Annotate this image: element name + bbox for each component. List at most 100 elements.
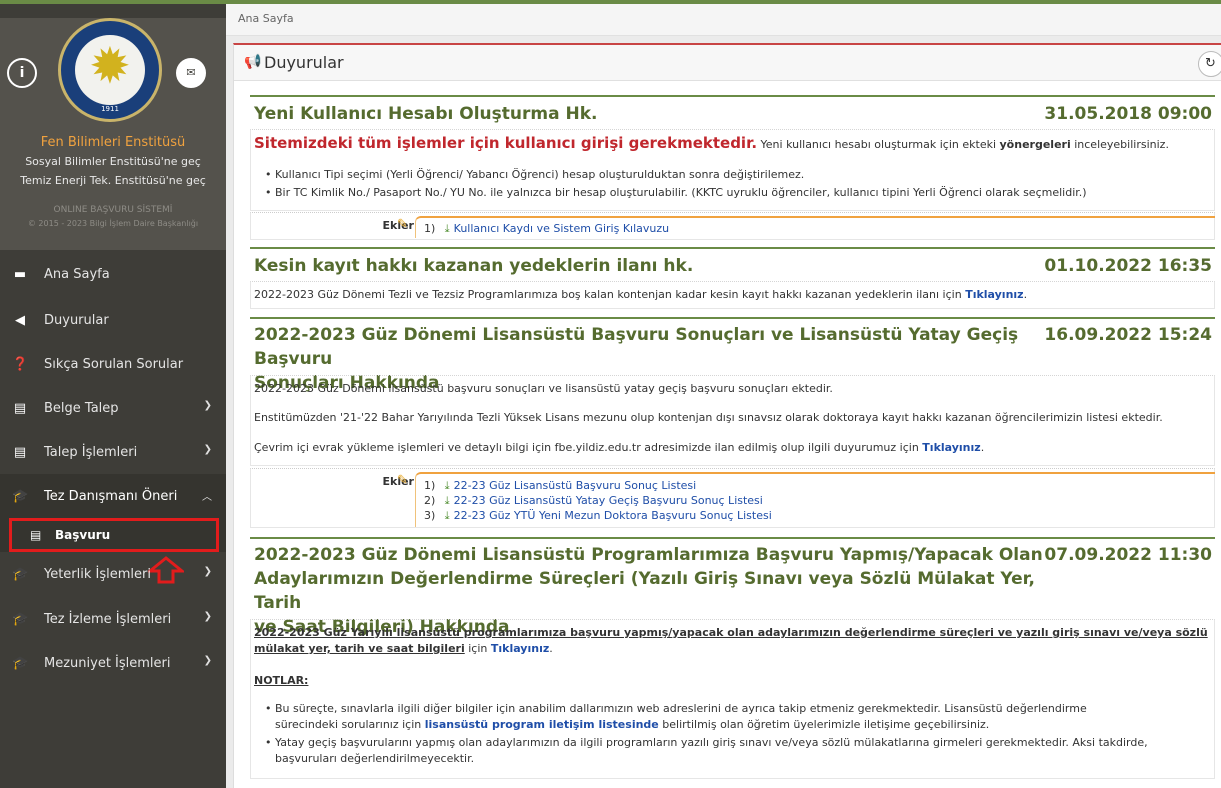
announcement-text: 2022-2023 Güz Dönemi lisansüstü başvuru …	[254, 382, 833, 395]
announcement-body: 2022-2023 Güz Yarıyılı lisansüstü progra…	[250, 619, 1215, 779]
profile-panel: ✹ 1911 i ✉ Fen Bilimleri Enstitüsü Sosya…	[0, 18, 226, 250]
question-icon: ❓	[12, 356, 29, 372]
attachments-list: 1) ⤓ Kullanıcı Kaydı ve Sistem Giriş Kıla…	[415, 216, 1215, 238]
attachment-link[interactable]: 1) ⤓ 22-23 Güz Lisansüstü Başvuru Sonuç L…	[424, 479, 696, 493]
attachment-link[interactable]: 1) ⤓ Kullanıcı Kaydı ve Sistem Giriş Kıla…	[424, 222, 669, 236]
sidebar-item-talep-islemleri[interactable]: ▤ Talep İşlemleri ❯	[0, 430, 226, 474]
notes-heading: NOTLAR:	[254, 674, 309, 687]
refresh-icon[interactable]: ↻	[1198, 51, 1221, 77]
text-tail: .	[549, 642, 553, 655]
announcement-header: 2022-2023 Güz Dönemi Lisansüstü Programl…	[250, 537, 1215, 637]
announcement-date: 16.09.2022 15:24	[1044, 325, 1212, 345]
list-item: Bir TC Kimlik No./ Pasaport No./ YU No. …	[265, 186, 1087, 199]
logo-year: 1911	[101, 105, 119, 113]
list-item-text: belirtilmiş olan öğretim üyelerimizle il…	[658, 718, 990, 731]
sidebar-item-mezuniyet[interactable]: 🎓 Mezuniyet İşlemleri ❯	[0, 641, 226, 685]
contact-list-link[interactable]: lisansüstü program iletişim listesinde	[425, 718, 659, 731]
sidebar-item-label: Yeterlik İşlemleri	[44, 566, 151, 582]
text-tail: .	[980, 441, 985, 454]
attachments-list: 1) ⤓ 22-23 Güz Lisansüstü Başvuru Sonuç L…	[415, 472, 1215, 527]
bullhorn-icon: ◀	[15, 312, 25, 328]
list-item: Kullanıcı Tipi seçimi (Yerli Öğrenci/ Ya…	[265, 168, 804, 181]
monitor-icon: ▬	[13, 266, 27, 282]
attachment-link[interactable]: 2) ⤓ 22-23 Güz Lisansüstü Yatay Geçiş Baş…	[424, 494, 763, 508]
sidebar-item-label: Mezuniyet İşlemleri	[44, 655, 171, 671]
attachments-row: Ekler ✎ 1) ⤓ Kullanıcı Kaydı ve Sistem Gi…	[250, 212, 1215, 240]
sidebar-item-tez-izleme[interactable]: 🎓 Tez İzleme İşlemleri ❯	[0, 597, 226, 641]
chevron-up-icon: ︿	[202, 492, 212, 503]
university-logo: ✹ 1911	[58, 18, 162, 122]
sidebar-item-tez-danismani[interactable]: 🎓 Tez Danışmanı Öneri ︿	[0, 474, 226, 518]
text-mid: için	[464, 642, 491, 655]
paperclip-icon: ✎	[397, 473, 408, 488]
sidebar-item-belge-talep[interactable]: ▤ Belge Talep ❯	[0, 386, 226, 430]
announcement-body: Sitemizdeki tüm işlemler için kullanıcı …	[250, 129, 1215, 211]
graduation-cap-icon: 🎓	[12, 488, 29, 504]
breadcrumb: Ana Sayfa	[226, 0, 1221, 36]
announcement-body: 2022-2023 Güz Dönemi Tezli ve Tezsiz Pro…	[250, 281, 1215, 309]
guidelines-text: yönergeleri	[999, 138, 1071, 151]
sidebar-item-sss[interactable]: ❓ Sıkça Sorulan Sorular	[0, 342, 226, 386]
sidebar-item-label: Talep İşlemleri	[44, 444, 138, 460]
sidebar-item-label: Duyurular	[44, 312, 109, 328]
lead-text: Yeni kullanıcı hesabı oluşturmak için ek…	[757, 138, 1000, 151]
sidebar: ✹ 1911 i ✉ Fen Bilimleri Enstitüsü Sosya…	[0, 0, 226, 788]
breadcrumb-item[interactable]: Ana Sayfa	[238, 12, 294, 25]
announcement-text: Enstitümüzden '21-'22 Bahar Yarıyılında …	[254, 411, 1163, 424]
list-item: Yatay geçiş başvurularını yapmış olan ad…	[265, 736, 1148, 749]
announcement-text: Çevrim içi evrak yükleme işlemleri ve de…	[254, 441, 923, 454]
panel-header: 📢 Duyurular ↻	[234, 45, 1221, 81]
sidebar-item-label: Sıkça Sorulan Sorular	[44, 356, 184, 372]
energy-institute-link[interactable]: Temiz Enerji Tek. Enstitüsü'ne geç	[0, 174, 226, 187]
highlight-box	[9, 518, 219, 552]
chevron-down-icon: ❯	[203, 566, 212, 577]
chevron-down-icon: ❯	[203, 400, 212, 411]
download-icon: ⤓	[444, 479, 450, 492]
mail-icon[interactable]: ✉	[176, 58, 206, 88]
sidebar-item-label: Tez İzleme İşlemleri	[44, 611, 172, 627]
announcement-header: Kesin kayıt hakkı kazanan yedeklerin ila…	[250, 247, 1215, 281]
underlined-text: 2022-2023 Güz Yarıyılı lisansüstü progra…	[254, 626, 1208, 639]
sidebar-item-ana-sayfa[interactable]: ▬ Ana Sayfa	[0, 252, 226, 296]
list-item-text: başvuruları değerlendirilmeyecektir.	[275, 752, 475, 765]
star-icon: ✹	[89, 37, 131, 95]
sidebar-item-label: Tez Danışmanı Öneri	[44, 488, 178, 504]
announcement-header: 2022-2023 Güz Dönemi Lisansüstü Başvuru …	[250, 317, 1215, 393]
underlined-text: mülakat yer, tarih ve saat bilgileri	[254, 642, 465, 655]
announcement-item: Kesin kayıt hakkı kazanan yedeklerin ila…	[250, 247, 1215, 311]
institute-name: Fen Bilimleri Enstitüsü	[40, 135, 186, 150]
click-here-link[interactable]: Tıklayınız	[965, 288, 1023, 301]
announcement-item: Yeni Kullanıcı Hesabı Oluşturma Hk. 31.0…	[250, 95, 1215, 241]
graduation-cap-icon: 🎓	[12, 611, 29, 627]
announcement-header: Yeni Kullanıcı Hesabı Oluşturma Hk. 31.0…	[250, 95, 1215, 129]
info-icon[interactable]: i	[7, 58, 37, 88]
paperclip-icon: ✎	[397, 217, 408, 232]
graduation-cap-icon: 🎓	[12, 655, 29, 671]
login-required-text: Sitemizdeki tüm işlemler için kullanıcı …	[254, 134, 758, 152]
social-institute-link[interactable]: Sosyal Bilimler Enstitüsü'ne geç	[0, 155, 226, 168]
sidebar-item-duyurular[interactable]: ◀ Duyurular	[0, 298, 226, 342]
sidebar-item-yeterlik[interactable]: 🎓 Yeterlik İşlemleri ❯	[0, 552, 226, 596]
announcement-body: 2022-2023 Güz Dönemi lisansüstü başvuru …	[250, 375, 1215, 466]
sidebar-item-label: Ana Sayfa	[44, 266, 110, 282]
download-icon: ⤓	[444, 494, 450, 507]
lead-tail: inceleyebilirsiniz.	[1070, 138, 1169, 151]
chevron-down-icon: ❯	[203, 611, 212, 622]
announcement-item: 2022-2023 Güz Dönemi Lisansüstü Başvuru …	[250, 317, 1215, 530]
click-here-link[interactable]: Tıklayınız	[922, 441, 980, 454]
announcement-date: 31.05.2018 09:00	[1044, 104, 1212, 124]
download-icon: ⤓	[444, 222, 450, 235]
copyright: © 2015 - 2023 Bilgi İşlem Daire Başkanlı…	[27, 219, 199, 228]
click-here-link[interactable]: Tıklayınız	[491, 642, 549, 655]
announcement-item: 2022-2023 Güz Dönemi Lisansüstü Programl…	[250, 537, 1215, 782]
announcement-date: 07.09.2022 11:30	[1044, 545, 1212, 565]
attachment-link[interactable]: 3) ⤓ 22-23 Güz YTÜ Yeni Mezun Doktora Baş…	[424, 509, 772, 523]
chevron-down-icon: ❯	[203, 655, 212, 666]
document-icon: ▤	[13, 400, 27, 416]
system-name: ONLINE BAŞVURU SİSTEMİ	[53, 205, 173, 215]
announcement-title-line: Adaylarımızın Değerlendirme Süreçleri (Y…	[254, 569, 1035, 613]
download-icon: ⤓	[444, 509, 450, 522]
document-icon: ▤	[13, 444, 27, 460]
announcement-text: 2022-2023 Güz Dönemi Tezli ve Tezsiz Pro…	[254, 288, 966, 301]
panel-title: Duyurular	[264, 53, 344, 72]
